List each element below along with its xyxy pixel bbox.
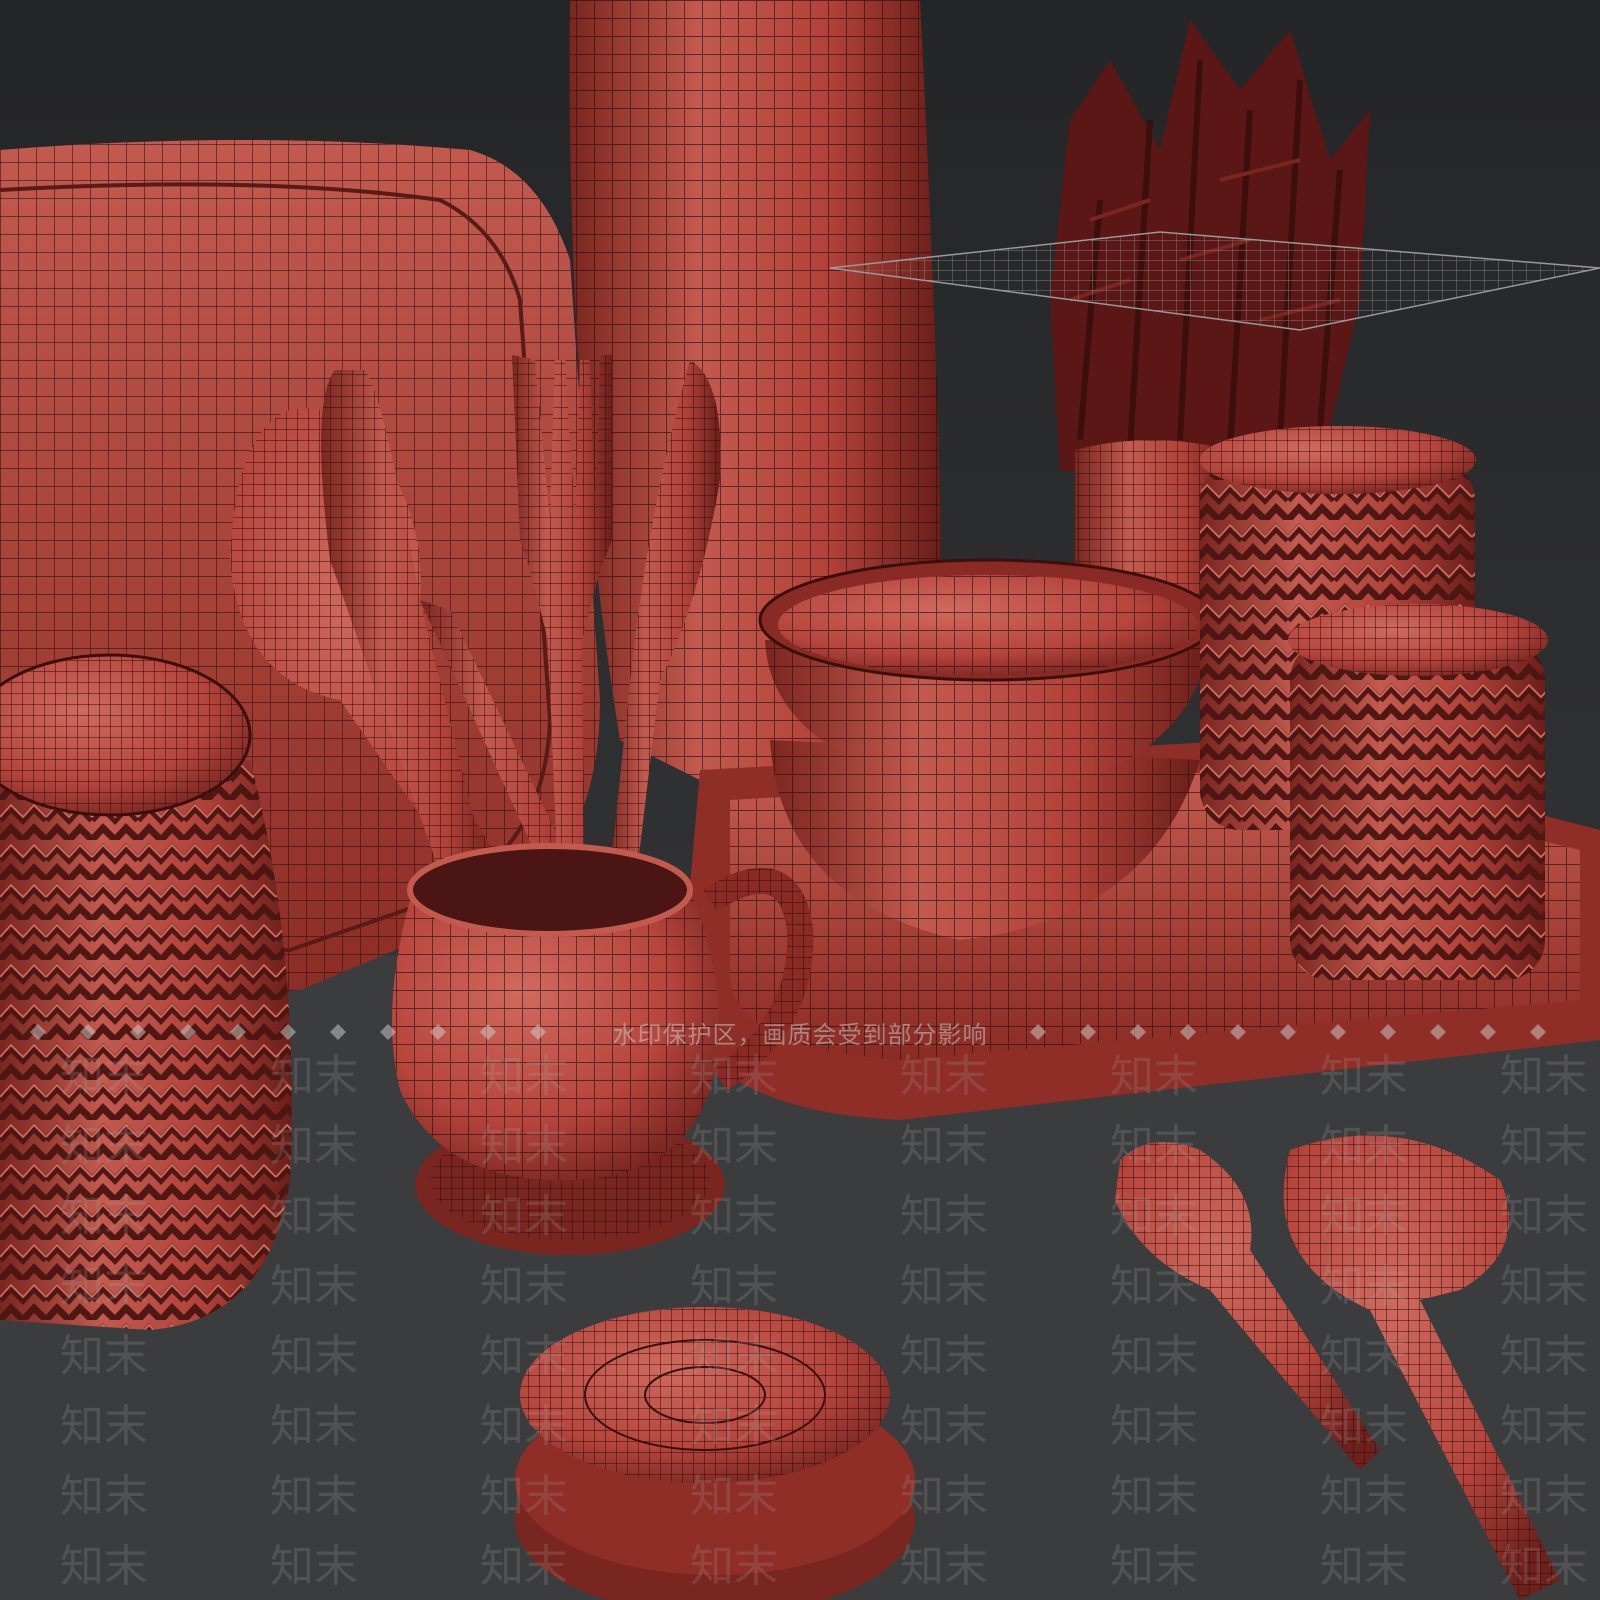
woven-jar-front: [1288, 604, 1548, 980]
wireframe-scene: [0, 0, 1600, 1600]
coaster-stack: [515, 1307, 915, 1600]
